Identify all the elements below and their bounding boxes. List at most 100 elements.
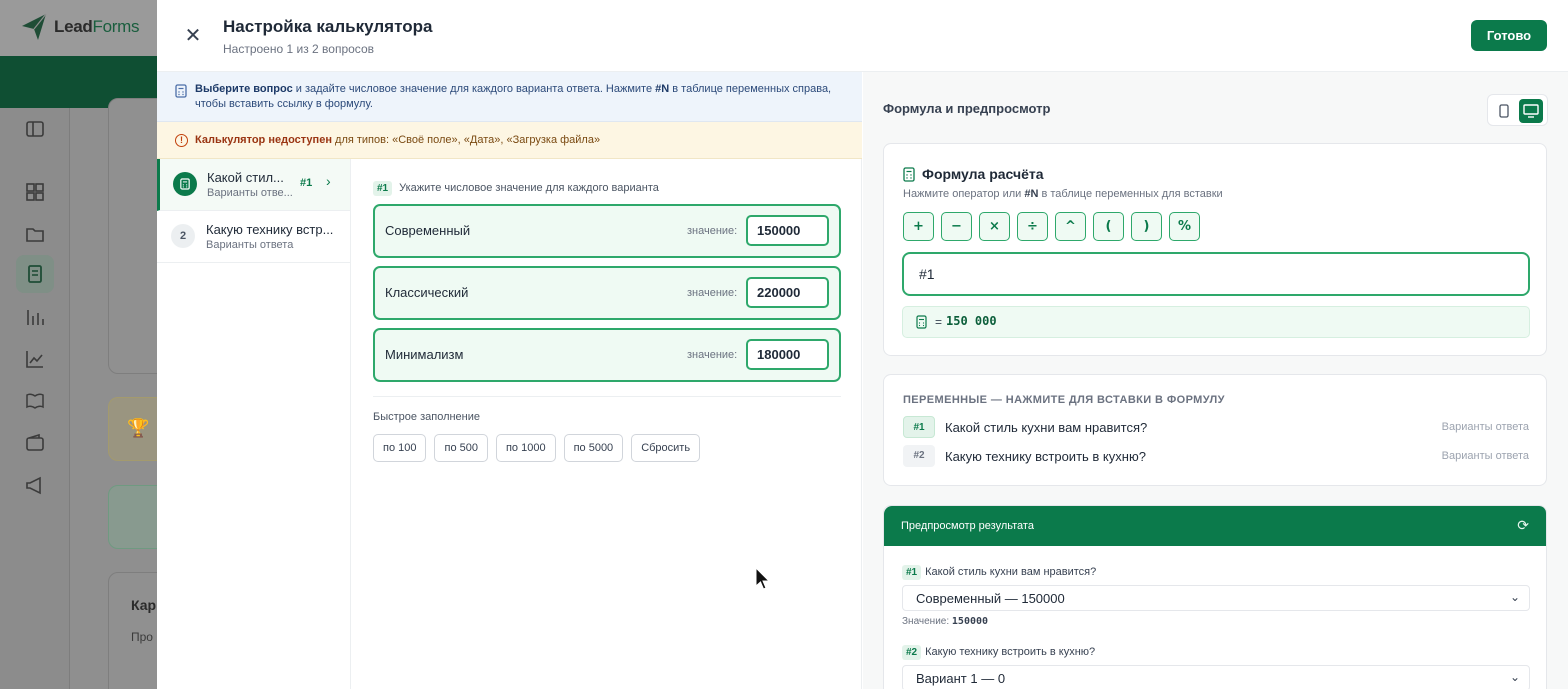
preview-title: Предпросмотр результата — [901, 520, 1034, 532]
option-value-input[interactable] — [746, 339, 829, 370]
operator-multiply-button[interactable]: × — [979, 212, 1010, 241]
quick-fill-5000-button[interactable]: по 5000 — [563, 434, 624, 462]
desktop-view-button[interactable] — [1519, 99, 1543, 123]
options-instruction: Укажите числовое значение для каждого ва… — [399, 182, 659, 194]
operator-open-paren-button[interactable]: ( — [1093, 212, 1124, 241]
modal-title: Настройка калькулятора — [223, 17, 433, 36]
preview-select[interactable]: Современный — 150000 ⌄ — [902, 585, 1530, 611]
result-preview-card: Предпросмотр результата ⟳ #1 Какой стиль … — [883, 505, 1547, 689]
close-icon[interactable]: ✕ — [181, 24, 205, 48]
operator-divide-button[interactable]: ÷ — [1017, 212, 1048, 241]
dashboard-icon — [26, 183, 44, 201]
logo-text-b: Forms — [92, 17, 140, 36]
info-text-a: и задайте числовое значение для каждого … — [292, 83, 656, 95]
option-row: Классический значение: — [373, 266, 841, 320]
preview-value-label: Значение: — [902, 616, 950, 627]
quick-fill-buttons: по 100 по 500 по 1000 по 5000 Сбросить — [373, 434, 843, 462]
quick-fill-title: Быстрое заполнение — [373, 411, 481, 423]
info-bold: Выберите вопрос — [195, 83, 293, 95]
logo-text-a: Lead — [54, 17, 93, 36]
quick-fill-100-button[interactable]: по 100 — [373, 434, 427, 462]
preview-selected: Вариант 1 — 0 — [916, 671, 1006, 686]
formula-title: Формула расчёта — [922, 166, 1044, 182]
info-text: Выберите вопрос и задайте числовое значе… — [195, 82, 845, 112]
options-tag: #1 — [373, 180, 393, 196]
preview-header: Предпросмотр результата ⟳ — [884, 506, 1546, 546]
option-value-input[interactable] — [746, 277, 829, 308]
variable-tag: #1 — [903, 416, 935, 438]
calculator-settings-modal: ✕ Настройка калькулятора Настроено 1 из … — [157, 0, 1568, 689]
chevron-down-icon: ⌄ — [1509, 590, 1520, 604]
operator-close-paren-button[interactable]: ) — [1131, 212, 1162, 241]
monitor-icon — [1523, 104, 1539, 118]
variable-row[interactable]: #1 Какой стиль кухни вам нравится? Вариа… — [903, 416, 1529, 440]
operator-power-button[interactable]: ^ — [1055, 212, 1086, 241]
option-row: Минимализм значение: — [373, 328, 841, 382]
warning-rest: для типов: «Своё поле», «Дата», «Загрузк… — [331, 134, 601, 146]
option-name: Современный — [385, 223, 471, 238]
preview-selected: Современный — 150000 — [916, 591, 1065, 606]
formula-result: = 150 000 — [902, 306, 1530, 338]
chevron-right-icon: › — [326, 173, 331, 189]
quick-fill-500-button[interactable]: по 500 — [434, 434, 488, 462]
left-pane: Выберите вопрос и задайте числовое значе… — [157, 72, 862, 689]
sidebar-toggle-icon — [26, 121, 44, 137]
calculator-icon — [175, 84, 187, 98]
mobile-view-button[interactable] — [1492, 99, 1516, 123]
question-number: 2 — [171, 224, 195, 248]
calculator-icon — [916, 315, 927, 329]
question-item-2[interactable]: 2 Какую технику встр... Варианты ответа — [157, 211, 350, 263]
preview-value-number: 150000 — [951, 616, 989, 627]
variable-type: Варианты ответа — [1441, 450, 1529, 462]
variable-tag: #2 — [903, 445, 935, 467]
warning-text: Калькулятор недоступен для типов: «Своё … — [195, 134, 600, 146]
question-title: Какой стил... — [207, 170, 284, 185]
background-card-title: Кар — [131, 597, 157, 613]
hint-text-b: в таблице переменных для вставки — [1038, 188, 1223, 200]
info-code: #N — [655, 83, 670, 95]
phone-icon — [1499, 104, 1509, 118]
background-card-label: Про — [131, 630, 153, 644]
formula-hint: Нажмите оператор или #N в таблице переме… — [903, 188, 1223, 200]
warning-icon: ! — [175, 134, 188, 147]
refresh-icon[interactable]: ⟳ — [1517, 517, 1529, 534]
calculator-icon — [903, 167, 915, 182]
preview-question-text: Какой стиль кухни вам нравится? — [925, 566, 1097, 578]
preview-value: Значение: 150000 — [902, 616, 988, 627]
device-switch — [1487, 94, 1548, 126]
reset-button[interactable]: Сбросить — [631, 434, 701, 462]
app-logo: LeadForms — [20, 12, 139, 42]
preview-tag: #1 — [902, 565, 922, 580]
hint-text-a: Нажмите оператор или — [903, 188, 1025, 200]
line-chart-icon — [26, 351, 43, 368]
operator-buttons: + − × ÷ ^ ( ) % — [903, 212, 1200, 241]
option-name: Минимализм — [385, 347, 464, 362]
megaphone-icon — [26, 476, 41, 495]
option-value-input[interactable] — [746, 215, 829, 246]
right-pane: Формула и предпросмотр Формула расчёта Н… — [863, 72, 1568, 689]
preview-select[interactable]: Вариант 1 — 0 ⌄ — [902, 665, 1530, 689]
formula-input[interactable] — [902, 252, 1530, 296]
question-item-1[interactable]: Какой стил... Варианты отве... #1 › — [157, 159, 350, 211]
background-sidebar — [0, 108, 70, 689]
variable-name: Какую технику встроить в кухню? — [945, 449, 1146, 464]
preview-question-text: Какую технику встроить в кухню? — [925, 646, 1096, 658]
operator-minus-button[interactable]: − — [941, 212, 972, 241]
variable-row[interactable]: #2 Какую технику встроить в кухню? Вариа… — [903, 445, 1529, 469]
result-equals: = — [935, 315, 943, 329]
question-calc-icon — [173, 172, 197, 196]
question-subtitle: Варианты ответа — [206, 239, 294, 251]
question-tag: #1 — [300, 177, 313, 189]
variable-type: Варианты ответа — [1441, 421, 1529, 433]
variable-name: Какой стиль кухни вам нравится? — [945, 420, 1148, 435]
done-button[interactable]: Готово — [1471, 20, 1547, 51]
preview-question: #1 Какой стиль кухни вам нравится? — [902, 565, 1096, 580]
forms-icon-active — [16, 255, 54, 293]
option-row: Современный значение: — [373, 204, 841, 258]
operator-percent-button[interactable]: % — [1169, 212, 1200, 241]
operator-plus-button[interactable]: + — [903, 212, 934, 241]
option-value-label: значение: — [687, 349, 738, 361]
quick-fill-1000-button[interactable]: по 1000 — [495, 434, 556, 462]
option-values-panel: #1 Укажите числовое значение для каждого… — [373, 180, 843, 462]
bar-chart-icon — [27, 310, 44, 325]
